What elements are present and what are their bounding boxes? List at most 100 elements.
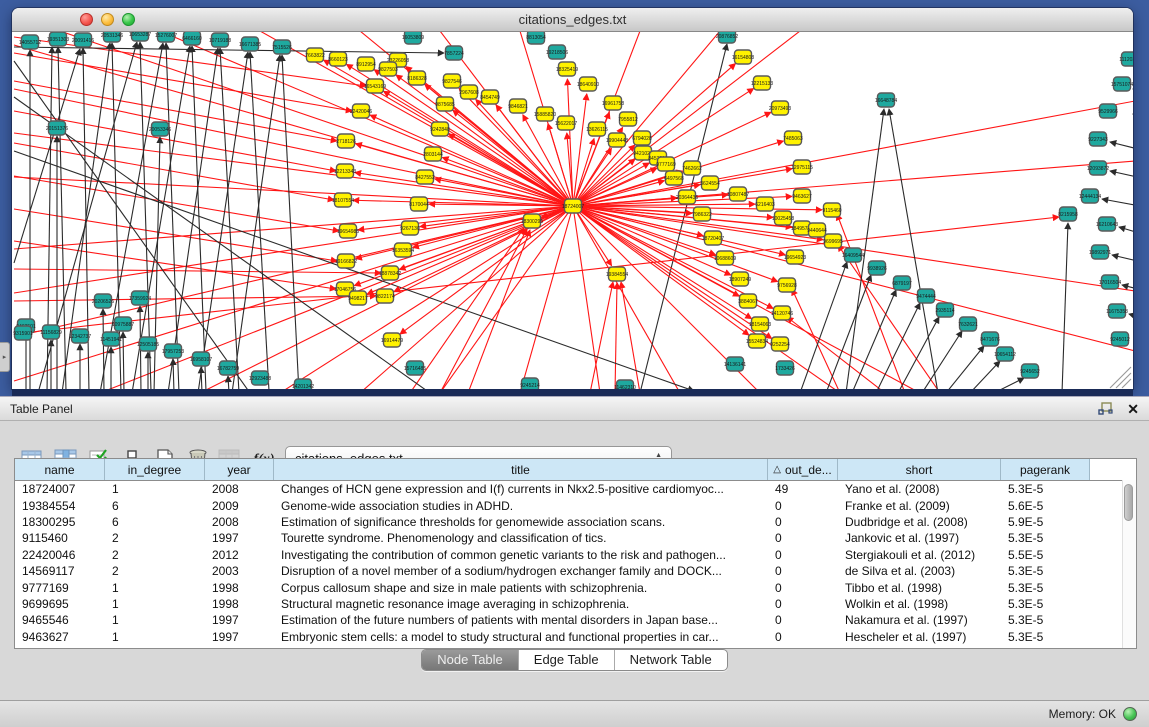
cell-name[interactable]: 19384554 [15, 499, 105, 513]
graph-edge[interactable] [800, 262, 847, 390]
tab-node-table[interactable]: Node Table [422, 650, 519, 670]
graph-edge[interactable] [14, 143, 334, 200]
graph-node[interactable]: 9440644 [807, 223, 827, 237]
graph-node[interactable]: 12923488 [249, 371, 271, 385]
graph-node[interactable]: 8215958 [1058, 207, 1078, 221]
graph-node[interactable]: 14055712 [19, 35, 41, 49]
cell-name[interactable]: 9463627 [15, 630, 105, 644]
cell-pagerank[interactable]: 5.5E-5 [1001, 548, 1090, 562]
graph-edge[interactable] [14, 269, 381, 273]
cell-name[interactable]: 18724007 [15, 482, 105, 496]
graph-edge[interactable] [123, 332, 124, 390]
graph-edge[interactable] [898, 317, 939, 390]
cell-short[interactable]: Jankovic et al. (1997) [838, 531, 1001, 545]
graph-node[interactable]: 18300295 [521, 214, 543, 228]
graph-node[interactable]: 9699695 [823, 234, 843, 248]
cell-in_degree[interactable]: 6 [105, 499, 205, 513]
graph-node[interactable]: 7955812 [618, 112, 638, 126]
node-table[interactable]: namein_degreeyeartitle△out_de...shortpag… [14, 458, 1137, 649]
graph-node[interactable]: 17016504 [1099, 275, 1121, 289]
graph-edge[interactable] [1110, 367, 1131, 388]
graph-node[interactable]: 13626115 [586, 122, 608, 136]
cell-in_degree[interactable]: 1 [105, 581, 205, 595]
cell-title[interactable]: Estimation of significance thresholds fo… [274, 515, 768, 529]
graph-node[interactable]: 16210643 [1096, 217, 1118, 231]
window-titlebar[interactable]: citations_edges.txt [12, 8, 1133, 32]
cell-name[interactable]: 9465546 [15, 613, 105, 627]
graph-node[interactable]: 12093872 [1087, 161, 1109, 175]
graph-edge[interactable] [14, 89, 573, 206]
graph-edge[interactable] [400, 206, 573, 334]
cell-title[interactable]: Changes of HCN gene expression and I(f) … [274, 482, 768, 496]
graph-edge[interactable] [250, 52, 269, 390]
graph-edge[interactable] [154, 137, 160, 390]
cell-title[interactable]: Structural magnetic resonance image aver… [274, 597, 768, 611]
network-view-canvas[interactable]: 1405571219351303200914162053134610653287… [12, 32, 1133, 390]
graph-edge[interactable] [567, 79, 573, 206]
cell-pagerank[interactable]: 5.3E-5 [1001, 613, 1090, 627]
cell-short[interactable]: Hescheler et al. (1997) [838, 630, 1001, 644]
close-panel-icon[interactable]: ✕ [1127, 402, 1139, 416]
graph-node[interactable]: 9315901 [13, 326, 33, 340]
cell-pagerank[interactable]: 5.3E-5 [1001, 581, 1090, 595]
graph-node[interactable]: 20151376 [46, 121, 68, 135]
graph-node[interactable]: 20876852 [716, 32, 738, 43]
graph-node[interactable]: 1733426 [775, 361, 795, 375]
graph-edge[interactable] [220, 48, 239, 390]
graph-node[interactable]: 9474444 [916, 289, 936, 303]
graph-node[interactable]: 15716485 [404, 361, 426, 375]
cell-title[interactable]: Estimation of the future numbers of pati… [274, 613, 768, 627]
cell-name[interactable]: 9115460 [15, 531, 105, 545]
cell-pagerank[interactable]: 5.9E-5 [1001, 515, 1090, 529]
cell-title[interactable]: Embryonic stem cells: a model to study s… [274, 630, 768, 644]
graph-node[interactable]: 19166822 [335, 254, 357, 268]
graph-edge[interactable] [14, 49, 80, 263]
graph-node[interactable]: 17957253 [162, 344, 184, 358]
cell-year[interactable]: 2009 [205, 499, 274, 513]
graph-node[interactable]: 19218506 [546, 45, 568, 59]
graph-node[interactable]: 10719188 [209, 33, 231, 47]
tab-edge-table[interactable]: Edge Table [519, 650, 615, 670]
graph-edge[interactable] [621, 282, 640, 390]
graph-node[interactable]: 20531346 [101, 32, 123, 42]
graph-node[interactable]: 12342737 [69, 329, 91, 343]
cell-short[interactable]: Tibbo et al. (1998) [838, 581, 1001, 595]
graph-node[interactable]: 7462662 [682, 161, 702, 175]
graph-node[interactable]: 9242848 [430, 122, 450, 136]
graph-edge[interactable] [166, 43, 179, 390]
cell-in_degree[interactable]: 6 [105, 515, 205, 529]
graph-edge[interactable] [787, 317, 885, 390]
graph-node[interactable]: 2803144 [423, 147, 443, 161]
graph-node[interactable]: 15276007 [155, 32, 177, 42]
graph-edge[interactable] [1110, 142, 1133, 151]
graph-node[interactable]: 12505185 [137, 337, 159, 351]
cell-title[interactable]: Tourette syndrome. Phenomenology and cla… [274, 531, 768, 545]
graph-edge[interactable] [615, 283, 617, 390]
close-window-icon[interactable] [80, 13, 93, 26]
cell-name[interactable]: 14569117 [15, 564, 105, 578]
graph-node[interactable]: 7485063 [783, 131, 803, 145]
cell-out_degree[interactable]: 49 [768, 482, 838, 496]
graph-node[interactable]: 19384554 [606, 267, 628, 281]
cell-year[interactable]: 1998 [205, 597, 274, 611]
cell-out_degree[interactable]: 0 [768, 581, 838, 595]
cell-title[interactable]: Investigating the contribution of common… [274, 548, 768, 562]
graph-node[interactable]: 2718126 [336, 134, 356, 148]
graph-edge[interactable] [14, 296, 376, 301]
graph-node[interactable]: 7857224 [444, 46, 464, 60]
graph-node[interactable]: 9498217 [348, 291, 368, 305]
cell-out_degree[interactable]: 0 [768, 630, 838, 644]
graph-node[interactable]: 16353594 [392, 243, 414, 257]
cell-in_degree[interactable]: 1 [105, 613, 205, 627]
graph-node[interactable]: 17359924 [129, 291, 151, 305]
graph-node[interactable]: 10653287 [129, 32, 151, 41]
cell-in_degree[interactable]: 2 [105, 548, 205, 562]
graph-edge[interactable] [394, 206, 573, 292]
table-row[interactable]: 946362711997Embryonic stem cells: a mode… [15, 629, 1136, 645]
graph-node[interactable]: 16409544 [842, 248, 864, 262]
table-row[interactable]: 911546021997Tourette syndrome. Phenomeno… [15, 530, 1136, 546]
table-row[interactable]: 1830029562008Estimation of significance … [15, 514, 1136, 530]
graph-node[interactable]: 22420046 [350, 104, 372, 118]
cell-out_degree[interactable]: 0 [768, 531, 838, 545]
graph-node[interactable]: 16914479 [381, 333, 403, 347]
